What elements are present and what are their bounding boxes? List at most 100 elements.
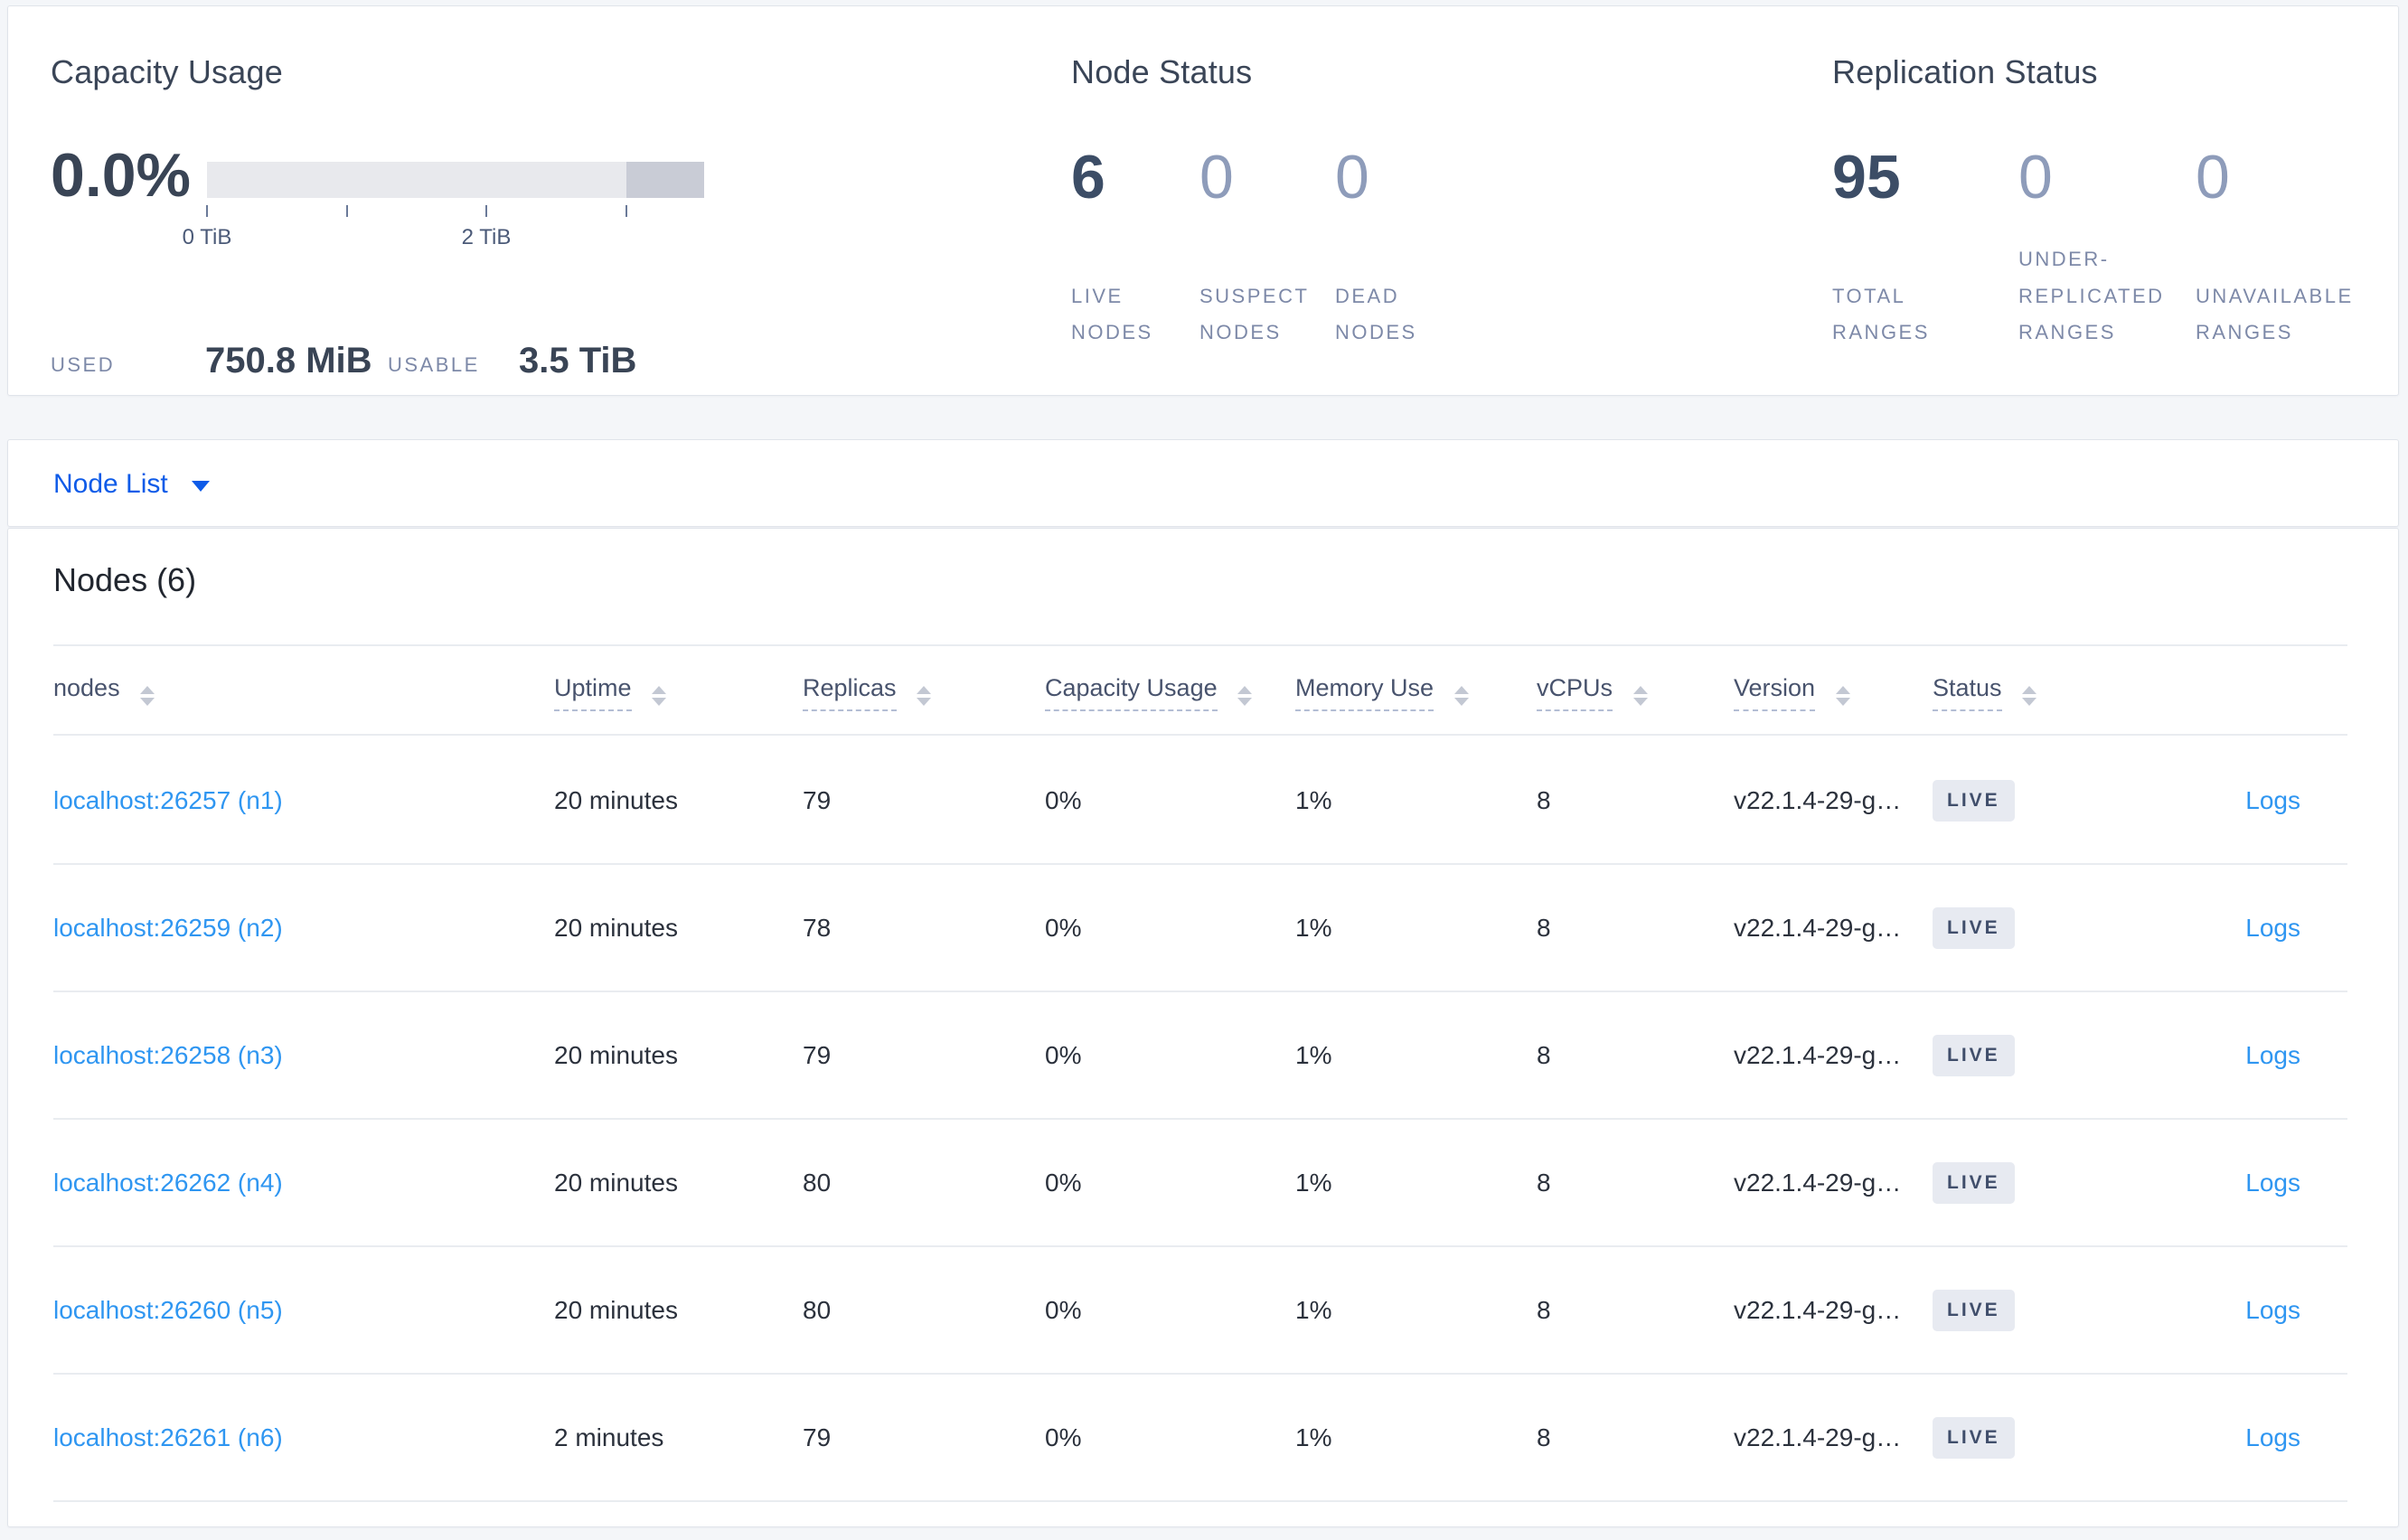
replication-status-title: Replication Status [1832,53,2098,90]
cluster-overview-page: Capacity Usage 0.0% 0 TiB 2 TiB USED 750… [0,0,2408,1540]
logs-link[interactable]: Logs [2245,1423,2300,1451]
vcpus-value: 8 [1537,913,1551,942]
dead-nodes-label: DEAD NODES [1335,284,1417,344]
replicas-value: 80 [803,1295,832,1324]
node-link[interactable]: localhost:26260 (n5) [53,1296,283,1324]
column-header-status[interactable]: Status [1933,674,2152,711]
uptime-value: 20 minutes [554,785,678,814]
memory-value: 1% [1295,1295,1332,1324]
sort-icon [917,686,932,706]
version-value: v22.1.4-29-g… [1734,785,1902,814]
capacity-value: 0% [1045,1423,1082,1451]
capacity-usable-value: 3.5 TiB [519,341,637,380]
column-header-uptime[interactable]: Uptime [554,674,803,711]
sort-icon [140,686,155,706]
memory-value: 1% [1295,1040,1332,1069]
version-value: v22.1.4-29-g… [1734,1168,1902,1197]
status-badge: LIVE [1933,779,2015,822]
sort-icon [1453,686,1469,706]
unavailable-ranges-label: UNAVAILABLE RANGES [2196,284,2354,344]
replicas-value: 79 [803,1423,832,1451]
node-list-dropdown[interactable]: Node List [53,440,210,528]
column-header-version[interactable]: Version [1734,674,1933,711]
table-row: localhost:26261 (n6) 2 minutes 79 0% 1% … [53,1375,2347,1502]
chevron-down-icon [191,480,210,492]
vcpus-value: 8 [1537,1295,1551,1324]
uptime-value: 20 minutes [554,1168,678,1197]
total-ranges-count: 95 [1832,143,1901,211]
version-value: v22.1.4-29-g… [1734,1423,1902,1451]
uptime-value: 2 minutes [554,1423,664,1451]
capacity-axis-label-0: 0 TiB [182,225,232,249]
status-badge: LIVE [1933,1416,2015,1459]
logs-link[interactable]: Logs [2245,786,2300,814]
node-link[interactable]: localhost:26259 (n2) [53,914,283,942]
uptime-value: 20 minutes [554,1040,678,1069]
version-value: v22.1.4-29-g… [1734,1295,1902,1324]
logs-link[interactable]: Logs [2245,1169,2300,1197]
capacity-axis-tick [485,205,487,217]
nodes-table-body: localhost:26257 (n1) 20 minutes 79 0% 1%… [53,737,2347,1502]
table-row: localhost:26257 (n1) 20 minutes 79 0% 1%… [53,737,2347,865]
version-value: v22.1.4-29-g… [1734,913,1902,942]
sort-icon [1632,686,1648,706]
memory-value: 1% [1295,1423,1332,1451]
logs-link[interactable]: Logs [2245,1296,2300,1324]
node-link[interactable]: localhost:26262 (n4) [53,1169,283,1197]
capacity-axis-tick [346,205,348,217]
capacity-value: 0% [1045,1168,1082,1197]
uptime-value: 20 minutes [554,913,678,942]
capacity-value: 0% [1045,785,1082,814]
replicas-value: 79 [803,785,832,814]
node-list-dropdown-label: Node List [53,468,168,499]
column-header-vcpus[interactable]: vCPUs [1537,674,1734,711]
column-header-replicas[interactable]: Replicas [803,674,1045,711]
node-link[interactable]: localhost:26258 (n3) [53,1041,283,1069]
table-row: localhost:26260 (n5) 20 minutes 80 0% 1%… [53,1247,2347,1375]
node-link[interactable]: localhost:26261 (n6) [53,1423,283,1451]
capacity-bar-other-segment [626,162,704,198]
replicas-value: 78 [803,913,832,942]
live-nodes-count: 6 [1071,143,1105,211]
nodes-table-header-row: nodes Uptime Replicas Capacity Usage Mem… [53,646,2347,736]
capacity-used-label: USED [51,353,116,376]
memory-value: 1% [1295,913,1332,942]
vcpus-value: 8 [1537,1168,1551,1197]
suspect-nodes-count: 0 [1199,143,1234,211]
version-value: v22.1.4-29-g… [1734,1040,1902,1069]
capacity-usage-title: Capacity Usage [51,53,283,90]
column-header-nodes[interactable]: nodes [53,674,554,706]
column-header-capacity-usage[interactable]: Capacity Usage [1045,674,1295,711]
node-status-title: Node Status [1071,53,1253,90]
status-badge: LIVE [1933,1289,2015,1331]
suspect-nodes-label: SUSPECT NODES [1199,284,1310,344]
capacity-value: 0% [1045,1040,1082,1069]
vcpus-value: 8 [1537,1040,1551,1069]
table-row: localhost:26258 (n3) 20 minutes 79 0% 1%… [53,992,2347,1120]
total-ranges-label: TOTAL RANGES [1832,284,1930,344]
capacity-usable-label: USABLE [388,353,480,376]
nodes-table-title: Nodes (6) [53,561,197,598]
logs-link[interactable]: Logs [2245,914,2300,942]
unavailable-ranges-count: 0 [2196,143,2230,211]
cluster-summary-card: Capacity Usage 0.0% 0 TiB 2 TiB USED 750… [7,5,2399,396]
capacity-value: 0% [1045,913,1082,942]
sort-icon [2022,686,2037,706]
sort-icon [652,686,667,706]
capacity-used-percent: 0.0% [51,141,191,210]
status-badge: LIVE [1933,906,2015,949]
replication-status-panel: Replication Status 95 0 0 TOTAL RANGES U… [1825,6,2394,397]
under-replicated-ranges-count: 0 [2018,143,2053,211]
dead-nodes-count: 0 [1335,143,1369,211]
status-badge: LIVE [1933,1161,2015,1204]
vcpus-value: 8 [1537,1423,1551,1451]
capacity-value: 0% [1045,1295,1082,1324]
capacity-bar-usable-segment [207,162,626,198]
node-status-panel: Node Status 6 0 0 LIVE NODES SUSPECT NOD… [1064,6,1751,397]
column-header-memory-use[interactable]: Memory Use [1295,674,1537,711]
uptime-value: 20 minutes [554,1295,678,1324]
under-replicated-ranges-label: UNDER-REPLICATED RANGES [2018,247,2165,344]
logs-link[interactable]: Logs [2245,1041,2300,1069]
node-link[interactable]: localhost:26257 (n1) [53,786,283,814]
memory-value: 1% [1295,785,1332,814]
